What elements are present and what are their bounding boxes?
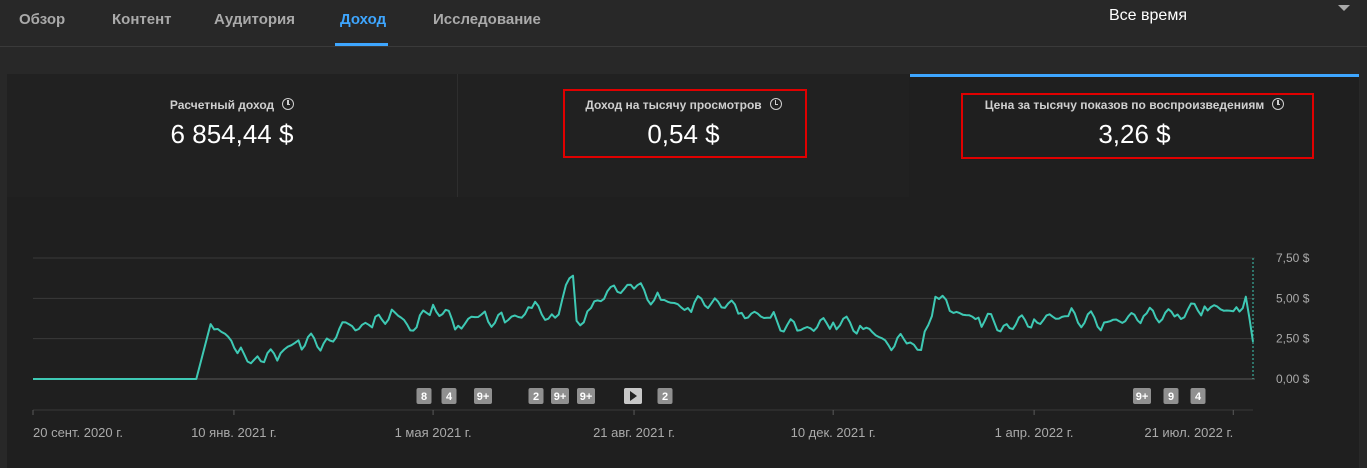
annotation-badge-label: 9+	[477, 391, 490, 403]
annotation-badge-label: 2	[662, 391, 668, 403]
x-tick-label: 1 мая 2021 г.	[395, 425, 472, 440]
annotation-badge[interactable]: 9	[1163, 388, 1179, 404]
annotation-badge-label: 4	[1195, 391, 1202, 403]
x-tick-label: 1 апр. 2022 г.	[995, 425, 1074, 440]
x-axis-ticks: 20 сент. 2020 г. 10 янв. 2021 г. 1 мая 202…	[32, 410, 1234, 440]
annotation-badge[interactable]: 9+	[577, 388, 595, 404]
y-tick-label: 7,50 $	[1276, 251, 1310, 265]
annotation-badge-label: 4	[446, 391, 453, 403]
annotation-badge-label: 9+	[1136, 391, 1149, 403]
chart-gridlines	[33, 257, 1255, 411]
annotation-badge[interactable]: 4	[441, 388, 457, 404]
annotation-badge[interactable]: 9+	[474, 388, 492, 404]
annotation-badge-label: 9+	[554, 391, 567, 403]
annotation-badge[interactable]: 9+	[1133, 388, 1151, 404]
revenue-line-chart: 0,00 $ 2,50 $ 5,00 $ 7,50 $ 20 сент. 2020 г…	[32, 251, 1310, 440]
series-line-cpm	[33, 274, 1254, 380]
annotation-badge[interactable]: 8	[416, 388, 432, 404]
x-tick-label: 21 июл. 2022 г.	[1144, 425, 1233, 440]
y-tick-label: 2,50 $	[1276, 332, 1310, 346]
x-tick-label: 10 дек. 2021 г.	[791, 425, 876, 440]
chart-series	[33, 274, 1254, 380]
annotation-badge-label: 2	[533, 391, 539, 403]
annotation-badge[interactable]: 2	[528, 388, 544, 404]
annotation-badge-label: 9	[1168, 391, 1174, 403]
x-tick-label: 21 авг. 2021 г.	[593, 425, 675, 440]
annotation-badge[interactable]: 2	[657, 388, 673, 404]
play-annotation-button[interactable]	[624, 388, 642, 404]
y-tick-label: 0,00 $	[1276, 372, 1310, 386]
y-tick-label: 5,00 $	[1276, 291, 1310, 305]
annotation-badge-label: 9+	[580, 391, 593, 403]
annotation-badge-label: 8	[421, 391, 427, 403]
x-tick-label: 10 янв. 2021 г.	[191, 425, 277, 440]
annotation-badge[interactable]: 9+	[551, 388, 569, 404]
chart-annotations: 8 4 9+ 2 9+ 9+ 2 9+ 9 4	[416, 388, 1206, 404]
x-tick-label: 20 сент. 2020 г.	[33, 425, 123, 440]
annotation-badge[interactable]: 4	[1190, 388, 1206, 404]
y-axis-ticks: 0,00 $ 2,50 $ 5,00 $ 7,50 $	[1276, 251, 1310, 386]
